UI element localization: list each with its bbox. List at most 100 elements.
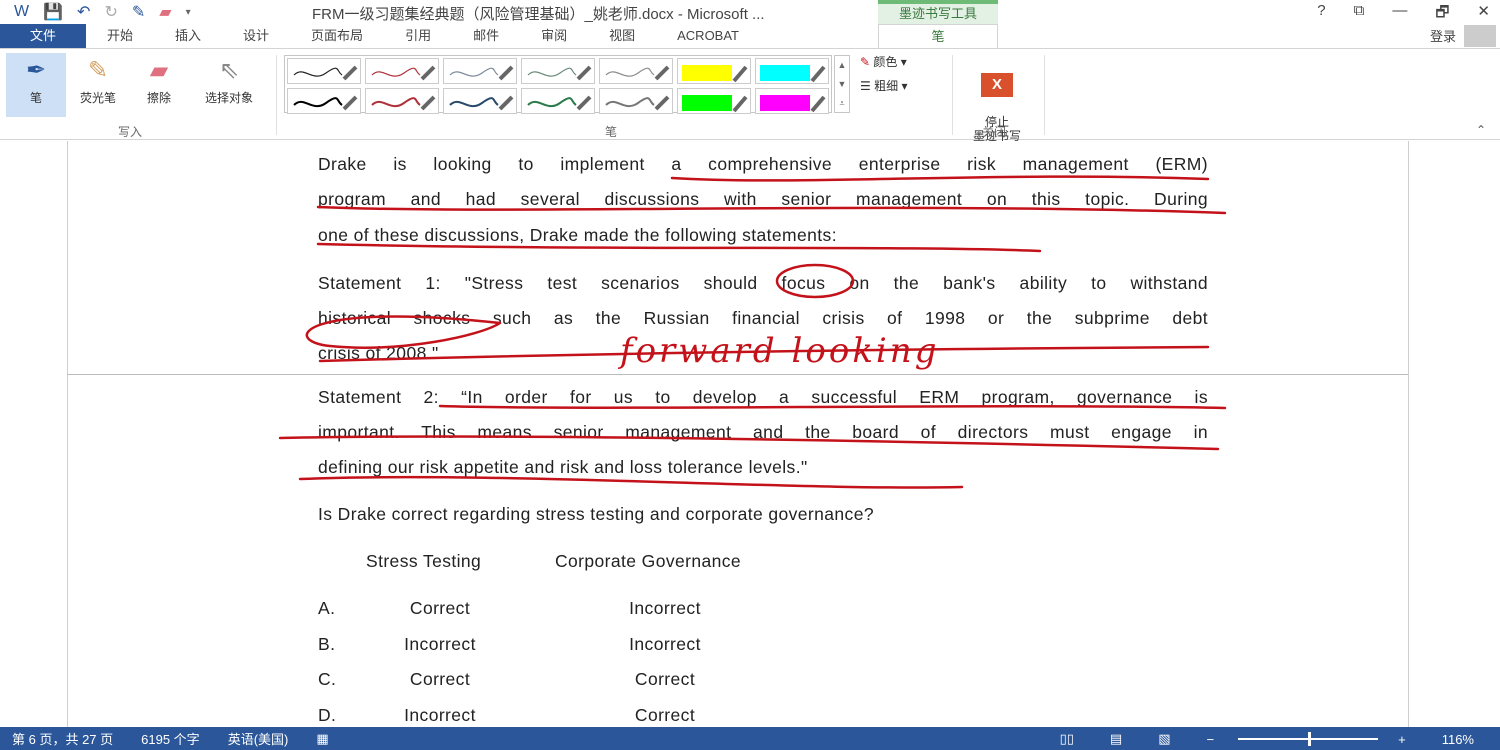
option-letter: B. bbox=[318, 633, 336, 654]
statement-2-line: defining our risk appetite and risk and … bbox=[318, 457, 808, 477]
web-layout-icon[interactable]: ▧ bbox=[1158, 731, 1170, 747]
page-count[interactable]: 第 6 页，共 27 页 bbox=[12, 729, 113, 748]
read-mode-icon[interactable]: ▯▯ bbox=[1060, 731, 1074, 747]
option-stress-testing: Correct bbox=[409, 669, 471, 689]
tab-mailings[interactable]: 邮件 bbox=[452, 24, 520, 48]
highlighter-button[interactable]: ✎ 荧光笔 bbox=[70, 53, 126, 117]
pen-style-option[interactable] bbox=[521, 58, 595, 84]
paragraph-line: Drake is looking to implement a comprehe… bbox=[318, 154, 1208, 174]
ink-underline bbox=[670, 175, 1210, 182]
tab-file[interactable]: 文件 bbox=[0, 24, 86, 48]
zoom-in-button[interactable]: + bbox=[1398, 732, 1406, 747]
ink-underline bbox=[298, 475, 964, 489]
customize-icon[interactable]: ▾ bbox=[186, 7, 191, 18]
statement-2-line: Statement 2: “In order for us to develop… bbox=[318, 387, 1208, 407]
option-letter: C. bbox=[318, 669, 337, 689]
pen-button[interactable]: ✒ 笔 bbox=[6, 53, 66, 117]
language[interactable]: 英语(美国) bbox=[228, 729, 289, 748]
tab-review[interactable]: 审阅 bbox=[520, 24, 588, 48]
tab-view[interactable]: 视图 bbox=[588, 24, 656, 48]
tab-insert[interactable]: 插入 bbox=[154, 24, 222, 48]
pen-label: 笔 bbox=[29, 91, 42, 105]
zoom-level[interactable]: 116% bbox=[1442, 732, 1474, 747]
group-write-label: 写入 bbox=[118, 125, 143, 139]
zoom-out-button[interactable]: − bbox=[1207, 732, 1215, 747]
color-icon: ✎ bbox=[860, 55, 871, 69]
option-letter: A. bbox=[318, 598, 336, 618]
select-label: 选择对象 bbox=[204, 91, 253, 105]
pen-style-option[interactable] bbox=[365, 88, 439, 114]
cursor-icon: ⇖ bbox=[218, 57, 240, 84]
thickness-icon: ☰ bbox=[860, 79, 871, 93]
zoom-slider[interactable] bbox=[1238, 732, 1379, 746]
redo-icon[interactable]: ↻ bbox=[104, 2, 117, 22]
highlighter-label: 荧光笔 bbox=[79, 91, 116, 105]
paragraph-line: program and had several discussions with… bbox=[318, 189, 1208, 209]
title-bar: W 💾 ↶ ↻ ✎ ▰ ▾ FRM一级习题集经典题（风险管理基础）_姚老师.do… bbox=[0, 0, 1500, 24]
close-x-icon: X bbox=[981, 73, 1013, 97]
color-label: 颜色 bbox=[873, 55, 898, 69]
statement-1-line: crisis of 2008." bbox=[318, 343, 439, 363]
statement-1-line: historical shocks such as the Russian fi… bbox=[318, 308, 1208, 328]
pen-style-option[interactable] bbox=[521, 88, 595, 114]
login-link[interactable]: 登录 bbox=[1430, 26, 1456, 45]
pen-style-option[interactable] bbox=[443, 58, 517, 84]
pen-style-option[interactable] bbox=[287, 88, 361, 114]
pen-style-option[interactable] bbox=[365, 58, 439, 84]
eraser-quick-icon[interactable]: ▰ bbox=[159, 2, 171, 22]
pen-style-option[interactable] bbox=[287, 58, 361, 84]
pen-icon: ✒ bbox=[25, 57, 47, 84]
highlighter-icon: ✎ bbox=[87, 57, 109, 84]
pen-style-option[interactable] bbox=[677, 88, 751, 114]
eraser-button[interactable]: ▰ 擦除 bbox=[136, 53, 182, 117]
option-corporate-governance: Incorrect bbox=[629, 598, 701, 618]
option-letter: D. bbox=[318, 704, 337, 725]
pen-style-option[interactable] bbox=[677, 58, 751, 84]
question: Is Drake correct regarding stress testin… bbox=[318, 504, 874, 524]
page-break bbox=[67, 374, 1408, 375]
group-pen-label: 笔 bbox=[605, 125, 618, 139]
macro-icon[interactable]: ▦ bbox=[316, 731, 328, 747]
ink-tools-context-label: 墨迹书写工具 bbox=[878, 0, 998, 24]
tab-design[interactable]: 设计 bbox=[222, 24, 290, 48]
tab-references[interactable]: 引用 bbox=[384, 24, 452, 48]
pen-style-option[interactable] bbox=[755, 88, 829, 114]
handwritten-note: forward looking bbox=[620, 331, 940, 371]
stop-inking-button[interactable]: X 停止 墨迹书写 bbox=[958, 53, 1036, 143]
ribbon: ✒ 笔 ✎ 荧光笔 ▰ 擦除 ⇖ 选择对象 写入 ▲ ▼ ⩡ ✎ 颜色 ▾ ☰ 粗细… bbox=[0, 48, 1500, 143]
pen-style-option[interactable] bbox=[443, 88, 517, 114]
tab-home[interactable]: 开始 bbox=[86, 24, 154, 48]
option-stress-testing: Correct bbox=[409, 598, 471, 618]
undo-icon[interactable]: ↶ bbox=[77, 2, 90, 22]
option-stress-testing: Incorrect bbox=[404, 633, 476, 654]
word-count[interactable]: 6195 个字 bbox=[141, 729, 200, 748]
statement-2-line: important. This means senior management … bbox=[318, 422, 1208, 442]
statement-1-line: Statement 1: "Stress test scenarios shou… bbox=[318, 273, 1208, 293]
thickness-label: 粗细 bbox=[874, 79, 899, 93]
document-area[interactable]: Drake is looking to implement a comprehe… bbox=[0, 141, 1500, 727]
tab-acrobat[interactable]: ACROBAT bbox=[656, 24, 760, 48]
color-dropdown[interactable]: ✎ 颜色 ▾ bbox=[860, 53, 907, 73]
print-layout-icon[interactable]: ▤ bbox=[1110, 731, 1122, 747]
eraser-label: 擦除 bbox=[146, 91, 171, 105]
gallery-scroll[interactable]: ▲ ▼ ⩡ bbox=[834, 55, 850, 113]
pen-gallery bbox=[284, 55, 832, 114]
option-corporate-governance: Correct bbox=[634, 704, 696, 725]
window-title: FRM一级习题集经典题（风险管理基础）_姚老师.docx - Microsoft… bbox=[312, 6, 765, 23]
paragraph-line: one of these discussions, Drake made the… bbox=[318, 225, 837, 245]
tab-pen[interactable]: 笔 bbox=[878, 24, 998, 48]
pen-quick-icon[interactable]: ✎ bbox=[132, 2, 145, 22]
tab-layout[interactable]: 页面布局 bbox=[290, 24, 384, 48]
status-bar: 第 6 页，共 27 页 6195 个字 英语(美国) ▦ ▯▯ ▤ ▧ − +… bbox=[0, 727, 1500, 750]
pen-style-option[interactable] bbox=[755, 58, 829, 84]
header-stress-testing: Stress Testing bbox=[366, 551, 482, 571]
pen-style-option[interactable] bbox=[599, 88, 673, 114]
option-corporate-governance: Correct bbox=[634, 669, 696, 689]
ribbon-tabs: 文件 开始 插入 设计 页面布局 引用 邮件 审阅 视图 ACROBAT 笔 登… bbox=[0, 24, 1500, 48]
save-icon[interactable]: 💾 bbox=[43, 2, 63, 22]
pen-style-option[interactable] bbox=[599, 58, 673, 84]
select-objects-button[interactable]: ⇖ 选择对象 bbox=[192, 53, 266, 117]
thickness-dropdown[interactable]: ☰ 粗细 ▾ bbox=[860, 77, 907, 97]
collapse-ribbon-icon[interactable]: ⌃ bbox=[1476, 123, 1486, 137]
avatar[interactable] bbox=[1464, 25, 1496, 47]
